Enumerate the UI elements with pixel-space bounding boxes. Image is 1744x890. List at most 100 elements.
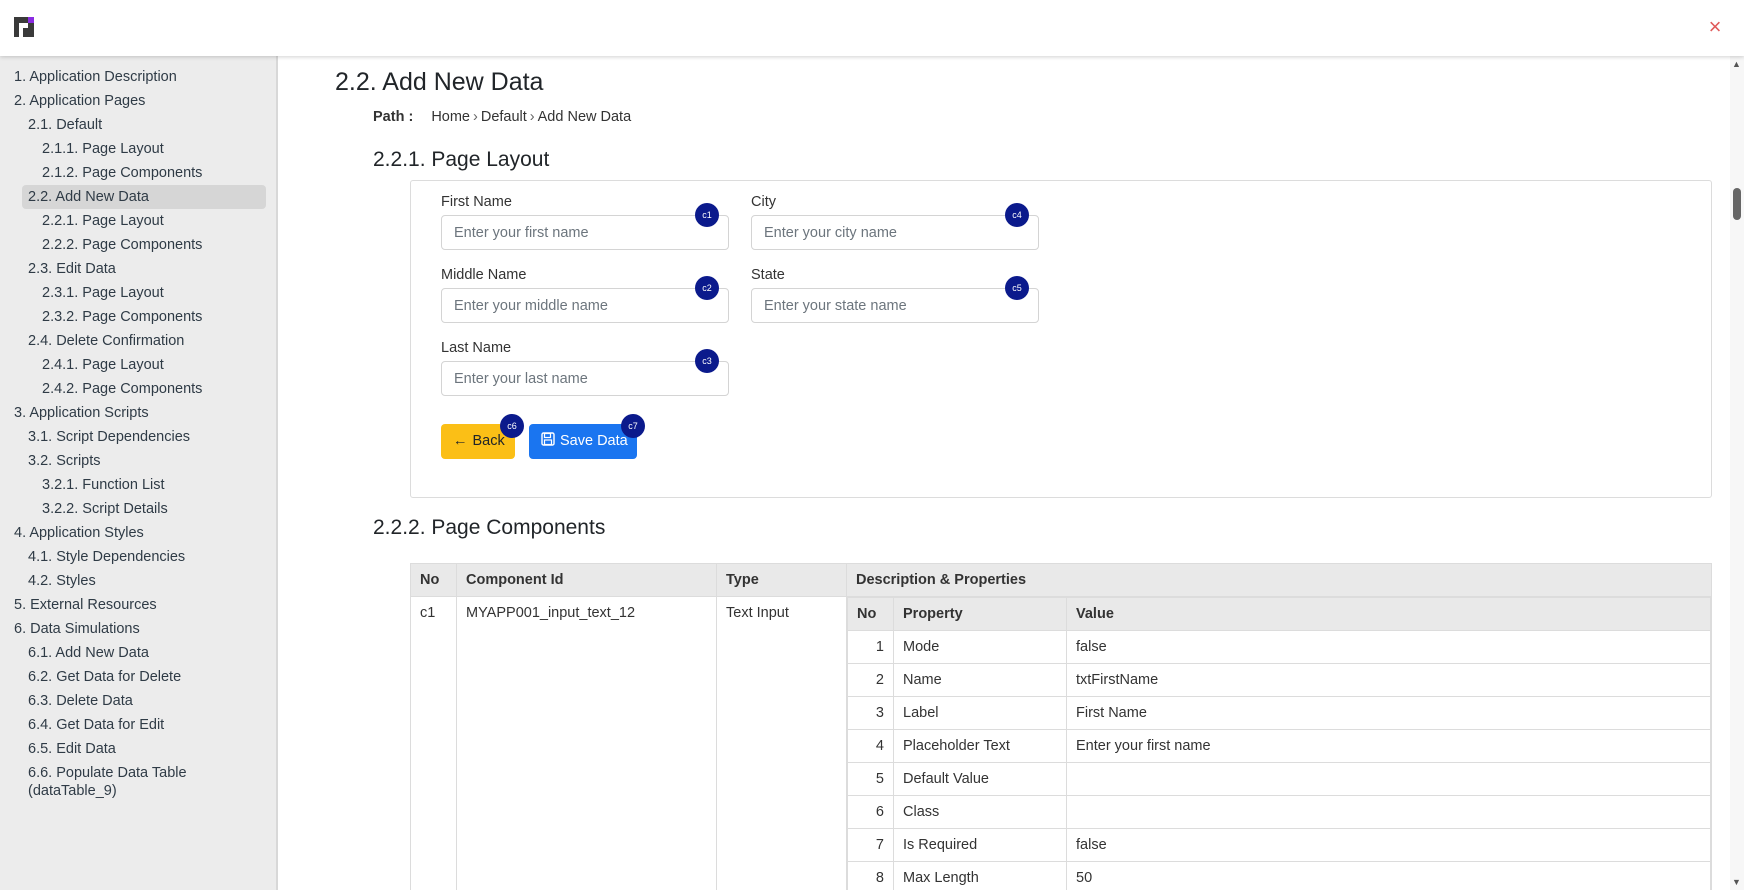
- save-icon: [541, 424, 555, 459]
- sidebar-item-label: 6.3. Delete Data: [28, 693, 133, 709]
- property-no: 2: [847, 663, 894, 697]
- property-no: 7: [847, 828, 894, 862]
- sidebar-item[interactable]: 6.2. Get Data for Delete: [14, 665, 266, 689]
- sidebar-item-label: 6. Data Simulations: [14, 621, 140, 637]
- sidebar-item-label: 6.5. Edit Data: [28, 741, 116, 757]
- property-row: 2 Name txtFirstName: [847, 663, 1711, 697]
- sidebar-item-label: 2.3.2. Page Components: [42, 309, 203, 325]
- sidebar-item[interactable]: 2.1.2. Page Components: [14, 161, 266, 185]
- last-name-input[interactable]: [441, 361, 729, 396]
- sidebar-item[interactable]: 4.1. Style Dependencies: [14, 545, 266, 569]
- property-row: 7 Is Required false: [847, 828, 1711, 862]
- sidebar-item-label: 6.6. Populate Data Table (dataTable_9): [28, 765, 187, 799]
- sidebar-item[interactable]: 6.3. Delete Data: [14, 689, 266, 713]
- sidebar-item[interactable]: 2.3. Edit Data: [14, 257, 266, 281]
- save-button-label: Save Data: [560, 433, 628, 449]
- state-input[interactable]: [751, 288, 1039, 323]
- sidebar-item[interactable]: 2.3.1. Page Layout: [14, 281, 266, 305]
- scroll-down-icon[interactable]: ▼: [1732, 877, 1741, 887]
- city-label: City: [751, 194, 776, 210]
- component-badge-c7: c7: [621, 414, 645, 438]
- sidebar-item[interactable]: 4. Application Styles: [14, 521, 266, 545]
- sidebar-item[interactable]: 6. Data Simulations: [14, 617, 266, 641]
- sidebar-item-label: 2.1.2. Page Components: [42, 165, 203, 181]
- sidebar-item[interactable]: 6.1. Add New Data: [14, 641, 266, 665]
- sidebar-item[interactable]: 3.2.1. Function List: [14, 473, 266, 497]
- property-no: 5: [847, 762, 894, 796]
- sidebar-item[interactable]: 4.2. Styles: [14, 569, 266, 593]
- sidebar-item-label: 3.2.2. Script Details: [42, 501, 168, 517]
- sidebar-item[interactable]: 2.4.2. Page Components: [14, 377, 266, 401]
- sidebar-item-label: 1. Application Description: [14, 69, 177, 85]
- sidebar-item[interactable]: 2.2.2. Page Components: [14, 233, 266, 257]
- properties-header-row: No Property Value: [847, 597, 1711, 631]
- col-header-description: Description & Properties: [846, 563, 1712, 597]
- property-property: Default Value: [893, 762, 1067, 796]
- property-row: 8 Max Length 50: [847, 861, 1711, 890]
- component-badge-c2: c2: [695, 276, 719, 300]
- sidebar-item[interactable]: 2. Application Pages: [14, 89, 266, 113]
- sidebar-item[interactable]: 2.2. Add New Data: [22, 185, 266, 209]
- components-table: No Component Id Type Description & Prope…: [410, 563, 1712, 890]
- sidebar-item-label: 4.2. Styles: [28, 573, 96, 589]
- property-value: 50: [1066, 861, 1711, 890]
- property-property: Is Required: [893, 828, 1067, 862]
- property-property: Class: [893, 795, 1067, 829]
- sidebar-item[interactable]: 2.3.2. Page Components: [14, 305, 266, 329]
- component-badge-c5: c5: [1005, 276, 1029, 300]
- sidebar-item[interactable]: 6.6. Populate Data Table (dataTable_9): [14, 761, 266, 803]
- sidebar-item[interactable]: 3.2. Scripts: [14, 449, 266, 473]
- sidebar-item[interactable]: 6.5. Edit Data: [14, 737, 266, 761]
- property-value: First Name: [1066, 696, 1711, 730]
- scroll-up-icon[interactable]: ▲: [1732, 59, 1741, 69]
- sidebar-item-label: 3.2. Scripts: [28, 453, 101, 469]
- sidebar-item-label: 3.2.1. Function List: [42, 477, 165, 493]
- middle-name-input[interactable]: [441, 288, 729, 323]
- sidebar-item-label: 2.3. Edit Data: [28, 261, 116, 277]
- scrollbar-thumb[interactable]: [1733, 188, 1741, 220]
- sidebar-item[interactable]: 2.2.1. Page Layout: [14, 209, 266, 233]
- sidebar-item[interactable]: 5. External Resources: [14, 593, 266, 617]
- last-name-label: Last Name: [441, 340, 512, 356]
- section-heading-page-components: 2.2.2. Page Components: [373, 516, 606, 539]
- sidebar-item[interactable]: 3.2.2. Script Details: [14, 497, 266, 521]
- property-property: Mode: [893, 630, 1067, 664]
- path-label: Path :: [373, 109, 414, 125]
- back-button-label: Back: [472, 433, 505, 449]
- property-value: txtFirstName: [1066, 663, 1711, 697]
- table-row: c1 MYAPP001_input_text_12 Text Input No …: [410, 596, 1712, 890]
- sidebar-item[interactable]: 2.1.1. Page Layout: [14, 137, 266, 161]
- main-content: 2.2. Add New Data Path : Home › Default › Ad…: [280, 56, 1730, 890]
- col-header-component-id: Component Id: [456, 563, 717, 597]
- close-icon[interactable]: ×: [1704, 16, 1726, 38]
- sidebar-item[interactable]: 2.4.1. Page Layout: [14, 353, 266, 377]
- property-property: Name: [893, 663, 1067, 697]
- scrollbar[interactable]: ▲ ▼: [1730, 56, 1744, 890]
- sidebar-item[interactable]: 6.4. Get Data for Edit: [14, 713, 266, 737]
- property-property: Placeholder Text: [893, 729, 1067, 763]
- sidebar-item[interactable]: 1. Application Description: [14, 65, 266, 89]
- sidebar-item[interactable]: 3.1. Script Dependencies: [14, 425, 266, 449]
- middle-name-label: Middle Name: [441, 267, 527, 283]
- sidebar-item[interactable]: 3. Application Scripts: [14, 401, 266, 425]
- page-title: 2.2. Add New Data: [335, 68, 544, 96]
- sidebar-item[interactable]: 2.1. Default: [14, 113, 266, 137]
- col-header-no: No: [410, 563, 457, 597]
- breadcrumb-default[interactable]: Default: [481, 109, 527, 125]
- component-badge-c3: c3: [695, 349, 719, 373]
- property-value: [1066, 795, 1711, 829]
- sidebar-item-label: 6.4. Get Data for Edit: [28, 717, 165, 733]
- first-name-label: First Name: [441, 194, 512, 210]
- sidebar-item-label: 2.4. Delete Confirmation: [28, 333, 185, 349]
- property-row: 5 Default Value: [847, 762, 1711, 796]
- city-input[interactable]: [751, 215, 1039, 250]
- breadcrumb-home[interactable]: Home: [431, 109, 470, 125]
- sidebar-item-label: 2.2. Add New Data: [28, 189, 149, 205]
- chevron-right-icon: ›: [529, 109, 535, 125]
- app-logo: [14, 17, 36, 39]
- property-row: 3 Label First Name: [847, 696, 1711, 730]
- breadcrumb-current: Add New Data: [537, 109, 632, 125]
- first-name-input[interactable]: [441, 215, 729, 250]
- property-row: 1 Mode false: [847, 630, 1711, 664]
- sidebar-item[interactable]: 2.4. Delete Confirmation: [14, 329, 266, 353]
